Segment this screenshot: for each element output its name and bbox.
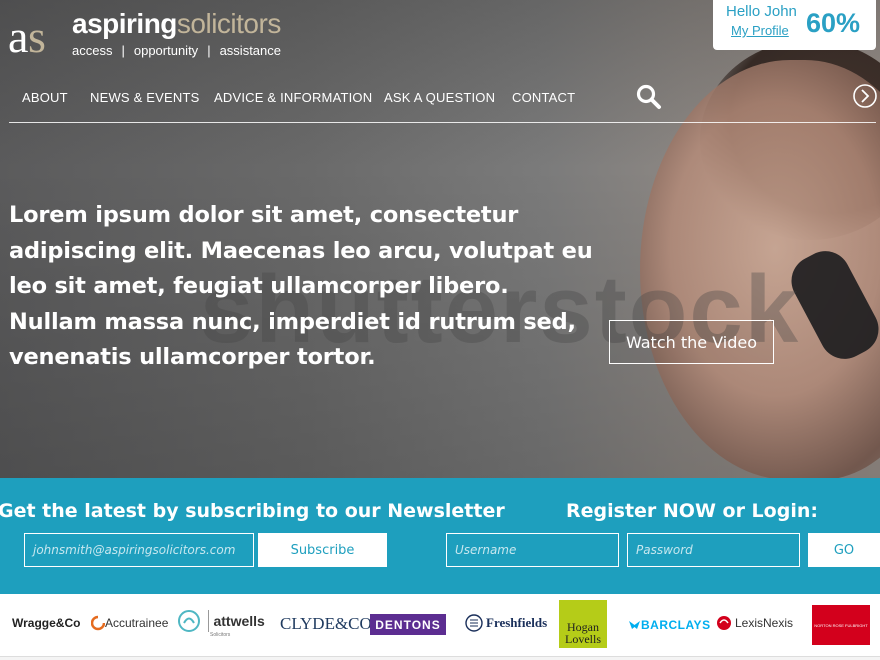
svg-text:a: a (8, 14, 28, 58)
chevron-right-circle-icon[interactable] (852, 83, 878, 109)
partner-logo-barclays[interactable]: BARCLAYS (628, 616, 711, 634)
freshfields-label: Freshfields (486, 615, 548, 630)
tagline-separator: | (121, 43, 125, 58)
subscribe-button[interactable]: Subscribe (258, 533, 387, 567)
partner-logo-wragge[interactable]: Wragge&Co (12, 616, 80, 630)
my-profile-link[interactable]: My Profile (731, 23, 789, 38)
site-logo-name[interactable]: aspiringsolicitors (72, 8, 281, 40)
tagline-word: opportunity (133, 43, 199, 58)
site-logo-icon[interactable]: a s (8, 11, 56, 62)
logo-name-part1: aspiring (72, 8, 177, 39)
attwells-divider (208, 610, 210, 632)
attwells-mark-icon (178, 610, 200, 632)
password-field[interactable]: Password (627, 533, 800, 567)
barclays-eagle-icon (629, 620, 640, 629)
nav-divider (9, 122, 876, 123)
svg-text:s: s (28, 14, 46, 58)
barclays-label: BARCLAYS (641, 617, 711, 632)
partner-logo-norton-rose[interactable]: NORTON ROSE FULBRIGHT (812, 605, 870, 645)
nav-item-contact[interactable]: CONTACT (512, 90, 575, 105)
nav-item-news-events[interactable]: NEWS & EVENTS (90, 90, 200, 105)
nav-item-advice-information[interactable]: ADVICE & INFORMATION (214, 90, 372, 105)
lexisnexis-label: LexisNexis (735, 615, 794, 630)
accutrainee-mark-icon (90, 615, 106, 630)
newsletter-login-band: Get the latest by subscribing to our New… (0, 478, 880, 594)
login-go-button[interactable]: GO (808, 533, 880, 567)
nav-item-ask-a-question[interactable]: ASK A QUESTION (384, 90, 495, 105)
watch-video-button[interactable]: Watch the Video (609, 320, 774, 364)
attwells-label: attwells (213, 613, 265, 629)
partner-logo-dentons[interactable]: DENTONS (370, 614, 446, 635)
partner-logo-accutrainee[interactable]: Accutrainee (90, 614, 169, 632)
tagline-word: access (72, 43, 113, 58)
accutrainee-label: Accutrainee (105, 615, 169, 630)
newsletter-email-field[interactable]: johnsmith@aspiringsolicitors.com (24, 533, 254, 567)
login-heading: Register NOW or Login: (566, 500, 818, 522)
partner-logo-hogan-lovells[interactable]: Hogan Lovells (559, 600, 607, 648)
profile-completion-percent: 60% (806, 8, 861, 38)
site-tagline: access | opportunity | assistance (72, 43, 281, 58)
main-navigation: ABOUT NEWS & EVENTS ADVICE & INFORMATION… (0, 90, 880, 110)
lexisnexis-mark-icon (717, 615, 731, 630)
partner-logos-strip: Wragge&Co Accutrainee attwells Solicitor… (0, 594, 880, 656)
freshfields-crest-icon (465, 614, 483, 632)
hero-headline: Lorem ipsum dolor sit amet, consectetur … (9, 202, 593, 370)
logo-name-part2: solicitors (176, 8, 281, 39)
tagline-word: assistance (219, 43, 281, 58)
profile-panel: Hello John My Profile 60% (713, 0, 876, 50)
partner-logo-freshfields[interactable]: Freshfields (465, 614, 547, 632)
attwells-sub-label: Solicitors (210, 632, 231, 638)
hogan-lovells-line2: Lovells (565, 632, 601, 646)
page-bottom-edge (0, 656, 880, 660)
partner-logo-clyde[interactable]: CLYDE&CO (280, 614, 372, 634)
profile-greeting: Hello John (726, 3, 797, 20)
partner-logo-lexisnexis[interactable]: LexisNexis (716, 614, 793, 632)
newsletter-heading: Get the latest by subscribing to our New… (0, 500, 505, 522)
tagline-separator: | (207, 43, 211, 58)
username-field[interactable]: Username (446, 533, 619, 567)
nav-item-about[interactable]: ABOUT (22, 90, 68, 105)
search-icon[interactable] (635, 83, 663, 111)
partner-logo-attwells[interactable]: attwells Solicitors (178, 610, 265, 638)
